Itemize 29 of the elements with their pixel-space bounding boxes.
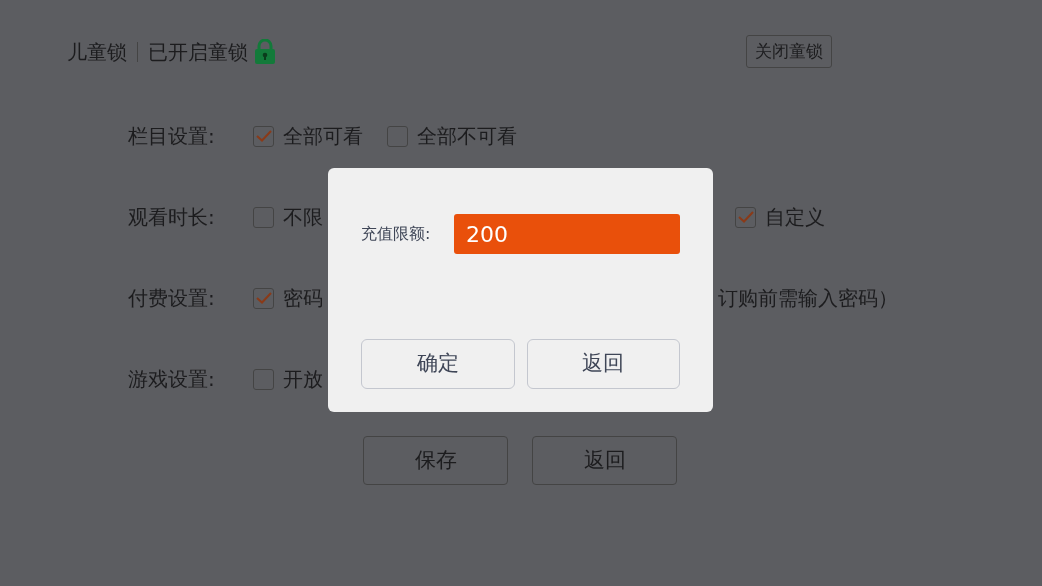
check-icon [737,211,754,223]
action-button[interactable]: 返回 [532,436,677,485]
checkbox[interactable] [387,125,408,147]
option-label: 开放 [283,366,323,393]
option-description: 订购前需输入密码） [717,285,898,312]
page-title: 儿童锁 [67,38,127,66]
field-label: 充值限额: [361,223,432,245]
setting-label: 观看时长: [128,204,216,231]
option-label: 全部不可看 [417,123,517,150]
option-label: 密码 [283,285,323,312]
option-label: 全部可看 [283,123,363,150]
setting-label: 付费设置: [128,285,216,312]
lock-status: 已开启童锁 [148,38,248,66]
amount-field[interactable]: 200 [454,214,680,254]
checkbox[interactable] [253,287,274,309]
check-icon [255,130,272,142]
disable-lock-button[interactable]: 关闭童锁 [746,35,832,68]
check-icon [255,292,272,304]
checkbox[interactable] [253,125,274,147]
checkbox[interactable] [735,206,756,228]
option-label: 自定义 [765,204,825,231]
setting-label: 游戏设置: [128,366,216,393]
dialog-button[interactable]: 返回 [526,339,680,389]
dialog-button[interactable]: 确定 [361,339,515,389]
checkbox[interactable] [253,368,274,390]
action-button[interactable]: 保存 [363,436,508,485]
checkbox[interactable] [253,206,274,228]
option-label: 不限 [283,204,323,231]
setting-label: 栏目设置: [128,123,216,150]
